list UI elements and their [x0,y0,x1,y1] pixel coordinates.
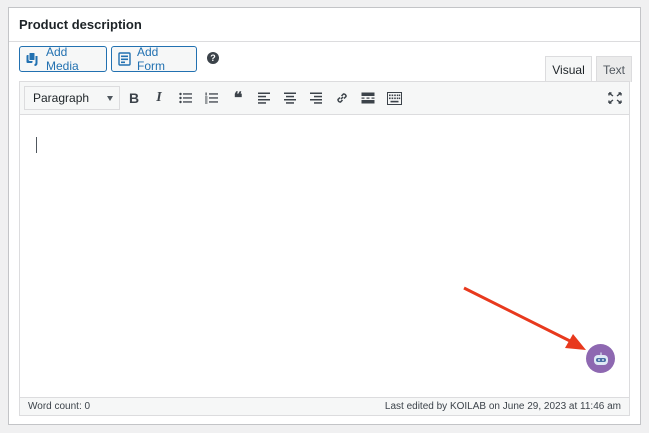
last-edited: Last edited by KOILAB on June 29, 2023 a… [384,401,621,412]
editor-content-area[interactable] [20,115,629,397]
bulleted-list-icon[interactable] [176,88,196,108]
tab-visual[interactable]: Visual [545,56,592,83]
format-select[interactable]: Paragraph [24,86,120,110]
add-form-button[interactable]: Add Form [111,45,197,73]
bold-icon[interactable]: B [124,88,144,108]
text-cursor [36,137,37,153]
format-selected-value: Paragraph [33,91,90,105]
editor-toolbar: Paragraph B I ❝ [20,82,629,115]
help-icon[interactable]: ? [207,52,219,64]
word-count: Word count: 0 [28,401,91,412]
fullscreen-icon[interactable] [605,88,625,108]
editor-tools: Add Media Add Form ? Visual Text [19,45,632,83]
panel-header: Product description [9,8,640,42]
blockquote-icon[interactable]: ❝ [228,88,248,108]
toolbar-toggle-icon[interactable] [384,88,404,108]
editor-status-bar: Word count: 0 Last edited by KOILAB on J… [20,397,629,415]
add-form-label: Add Form [137,45,165,73]
panel-title: Product description [19,17,142,32]
read-more-icon[interactable] [358,88,378,108]
chevron-down-icon [107,96,113,101]
tab-text[interactable]: Text [596,56,632,82]
align-left-icon[interactable] [254,88,274,108]
italic-icon[interactable]: I [149,88,169,108]
add-media-button[interactable]: Add Media [19,45,107,73]
robot-icon [593,352,608,365]
ai-assistant-button[interactable] [586,344,615,373]
align-right-icon[interactable] [306,88,326,108]
align-center-icon[interactable] [280,88,300,108]
product-description-panel: Product description Add Media Add Form ?… [8,7,641,425]
link-icon[interactable] [332,88,352,108]
add-media-label: Add Media [46,45,79,73]
numbered-list-icon[interactable] [202,88,222,108]
editor-container: Paragraph B I ❝ Word count: 0 Last edite… [19,81,630,416]
form-icon [118,52,131,66]
media-icon [26,52,40,66]
